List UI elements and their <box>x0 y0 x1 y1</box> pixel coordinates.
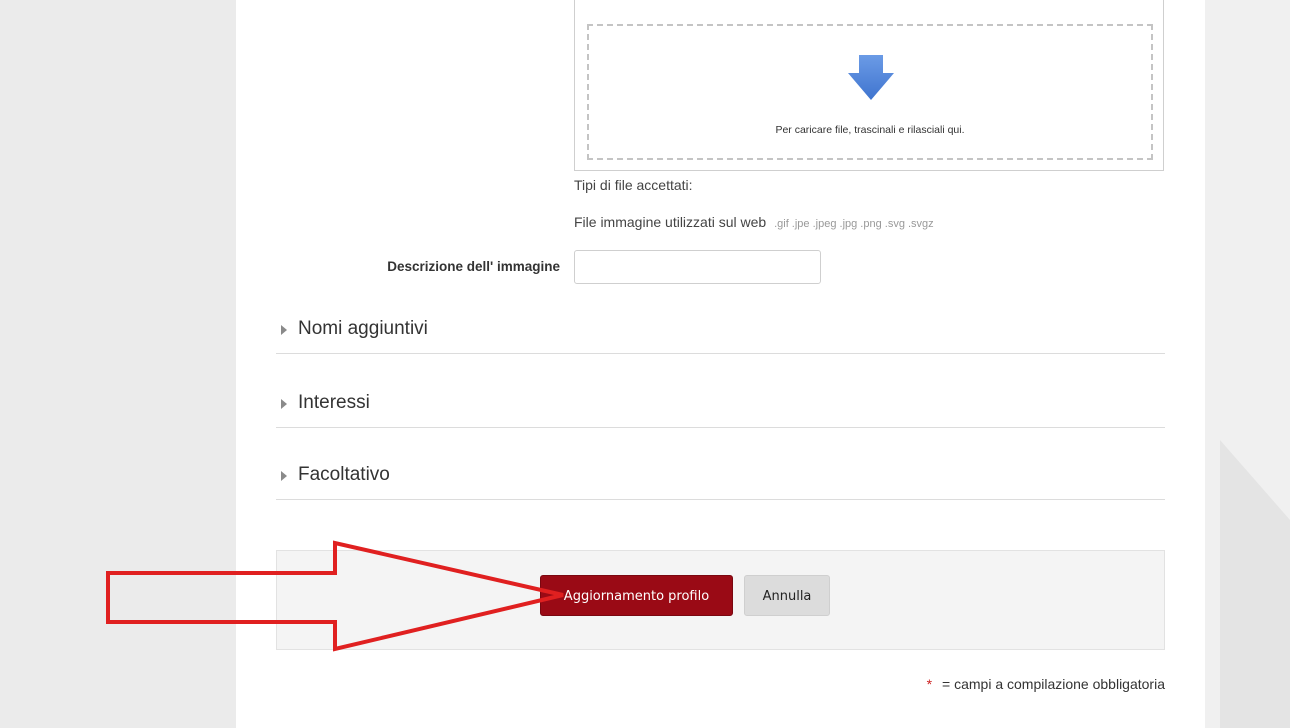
cancel-button[interactable]: Annulla <box>744 575 830 616</box>
section-interessi[interactable]: Interessi <box>276 383 1165 428</box>
section-title[interactable]: Nomi aggiuntivi <box>298 318 428 340</box>
section-title[interactable]: Facoltativo <box>298 464 390 486</box>
section-facoltativo[interactable]: Facoltativo <box>276 455 1165 500</box>
caret-right-icon <box>281 325 287 335</box>
section-nomi-aggiuntivi[interactable]: Nomi aggiuntivi <box>276 309 1165 354</box>
image-description-input[interactable] <box>574 250 821 284</box>
accepted-types: File immagine utilizzati sul web .gif .j… <box>574 214 934 230</box>
file-picker[interactable]: Per caricare file, trascinali e rilascia… <box>574 0 1164 171</box>
caret-right-icon <box>281 471 287 481</box>
required-star: * <box>926 676 933 692</box>
background-shape <box>1220 440 1290 728</box>
caret-right-icon <box>281 399 287 409</box>
update-profile-button[interactable]: Aggiornamento profilo <box>540 575 733 616</box>
drop-zone-text: Per caricare file, trascinali e rilascia… <box>775 124 965 136</box>
down-arrow-icon <box>848 55 894 100</box>
background-shade <box>1205 0 1290 728</box>
required-fields-note: * = campi a compilazione obbligatoria <box>927 676 1165 692</box>
image-description-label: Descrizione dell' immagine <box>387 259 560 274</box>
file-drop-zone[interactable]: Per caricare file, trascinali e rilascia… <box>587 24 1153 160</box>
accepted-types-label: Tipi di file accettati: <box>574 177 693 193</box>
form-actions: Aggiornamento profilo Annulla <box>276 550 1165 650</box>
accepted-extensions: .gif .jpe .jpeg .jpg .png .svg .svgz <box>774 218 934 230</box>
required-note-text: = campi a compilazione obbligatoria <box>942 676 1165 692</box>
section-title[interactable]: Interessi <box>298 392 370 414</box>
main-content: Per caricare file, trascinali e rilascia… <box>236 0 1205 728</box>
page: Per caricare file, trascinali e rilascia… <box>0 0 1290 728</box>
accepted-types-description: File immagine utilizzati sul web <box>574 214 767 230</box>
